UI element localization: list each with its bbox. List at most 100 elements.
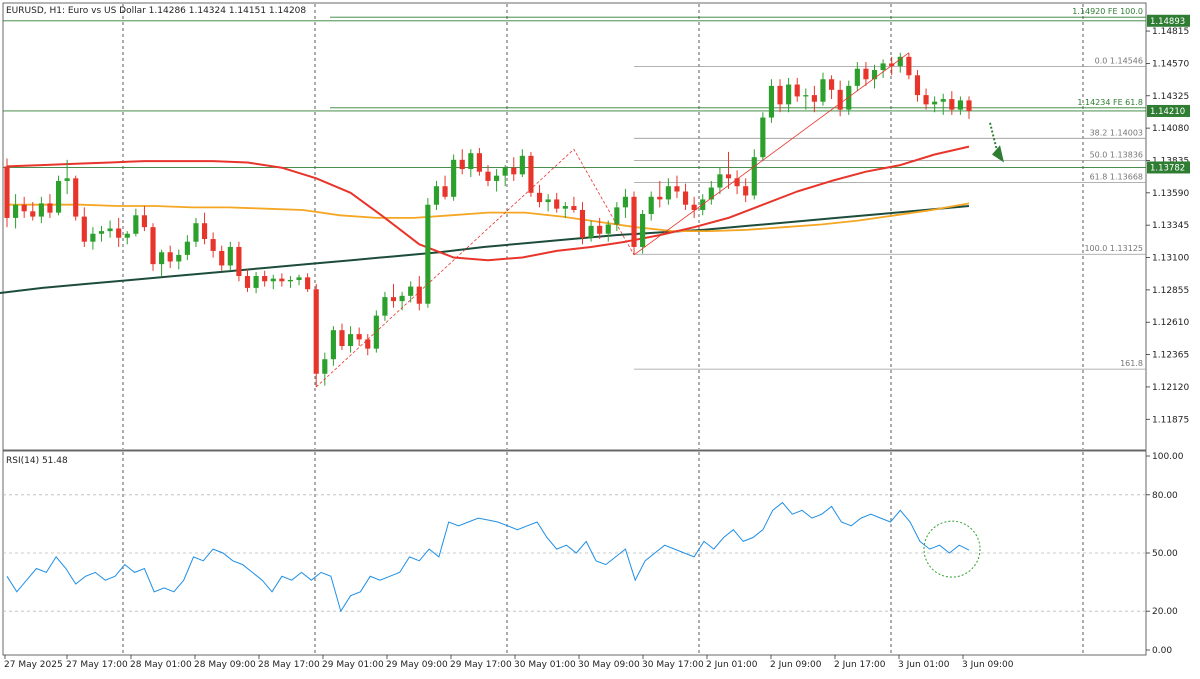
candle-body [124,233,130,238]
time-label: 28 May 09:00 [194,660,256,670]
candle-body [751,157,757,196]
price-tag-label: 1.14893 [1150,17,1185,27]
candle-body [305,277,311,290]
candle-body [682,191,689,205]
fib-level-label: 38.2 1.14003 [1090,128,1143,137]
fib-level-label: 161.8 [1120,359,1143,368]
candle-body [141,215,148,228]
fe-level-label: 1.14920 FE 100.0 [1072,7,1143,16]
candle-body [399,295,405,302]
price-tick-label: 1.12610 [1152,318,1189,328]
candle-body [476,153,482,172]
price-tick-label: 1.12120 [1152,383,1189,393]
time-axis: 27 May 2025 27 May 17:00 28 May 01:00 28 Ma… [4,655,1014,670]
candle-body [640,213,646,247]
candle-body [605,224,611,234]
candle-body [133,215,139,234]
candle-body [47,203,53,213]
candle-body [244,276,251,288]
candle-body [356,334,362,340]
candle-body [786,84,792,105]
candle-body [588,225,594,238]
price-tick-label: 1.11875 [1152,415,1189,425]
fe-level-label: 1.14234 FE 61.8 [1077,98,1143,107]
candle-body [210,239,216,251]
chart-area[interactable]: 0.0 1.14546 38.2 1.14003 50.0 1.13836 61.8 … [0,0,1200,675]
candle-body [55,180,62,213]
time-label: 30 May 09:00 [578,660,640,670]
fib-level-label: 100.0 1.13125 [1084,244,1143,253]
candle-body [4,166,10,218]
chart-svg: 0.0 1.14546 38.2 1.14003 50.0 1.13836 61.8 … [0,2,1190,670]
candle-body [193,223,199,242]
candle-body [270,278,276,282]
candle-body [30,211,36,217]
candle-body [219,250,225,266]
candle-body [665,186,671,200]
candle-body [768,85,775,118]
candle-body [38,203,44,217]
time-label: 2 Jun 01:00 [706,660,758,670]
time-label: 29 May 17:00 [450,660,512,670]
time-label: 2 Jun 17:00 [834,660,886,670]
time-label: 28 May 17:00 [258,660,320,670]
rsi-label: RSI(14) 51.48 [6,456,68,466]
candle-body [949,99,955,110]
rsi-tick-label: 80.00 [1152,491,1178,501]
candle-body [253,276,259,288]
candle-body [116,228,122,238]
candle-body [90,233,96,242]
candle-body [433,186,440,205]
candle-body [13,204,19,218]
candle-body [794,84,800,97]
candle-body [98,231,105,234]
price-pane [2,2,1147,451]
time-label: 29 May 09:00 [386,660,448,670]
candle-body [150,227,156,265]
time-label: 27 May 2025 [4,660,63,670]
fib-level-label: 50.0 1.13836 [1090,150,1143,159]
candle-body [21,204,27,212]
candle-body [854,68,860,86]
price-tick-label: 1.12365 [1152,351,1189,361]
candle-body [390,297,397,302]
candle-body [416,286,422,304]
candle-body [880,63,886,71]
candle-body [519,155,525,175]
candle-body [932,101,938,105]
time-label: 3 Jun 01:00 [898,660,950,670]
candle-body [107,228,113,232]
price-tick-label: 1.14815 [1152,27,1189,37]
fib-level-label: 61.8 1.13668 [1090,173,1143,182]
price-axis: 1.148151.145701.143251.140801.138351.135… [1146,14,1190,425]
candle-body [657,196,663,200]
candle-body [330,330,336,360]
candle-body [322,359,328,374]
candle-body [562,206,568,209]
candle-body [81,216,87,242]
candle-body [803,95,809,97]
price-tick-label: 1.13345 [1152,221,1189,231]
time-label: 29 May 01:00 [322,660,384,670]
candle-body [227,246,233,266]
candle-body [837,89,843,110]
time-label: 27 May 17:00 [66,660,128,670]
rsi-tick-label: 0.00 [1152,646,1172,656]
candle-body [863,68,869,80]
candle-body [167,252,173,262]
candle-body [459,159,465,170]
candle-body [957,100,963,110]
candle-body [451,159,457,197]
fib-level-label: 0.0 1.14546 [1095,57,1143,66]
candle-body [828,79,835,90]
candle-body [382,297,388,316]
price-tick-label: 1.14080 [1152,124,1189,134]
candle-body [906,56,912,76]
candle-body [579,209,586,238]
candle-body [914,75,921,96]
candle-body [528,155,534,193]
chart-title: EURUSD, H1: Euro vs US Dollar 1.14286 1.… [6,6,306,16]
rsi-tick-label: 100.00 [1152,452,1184,462]
candle-body [554,199,560,209]
candle-body [760,117,766,158]
